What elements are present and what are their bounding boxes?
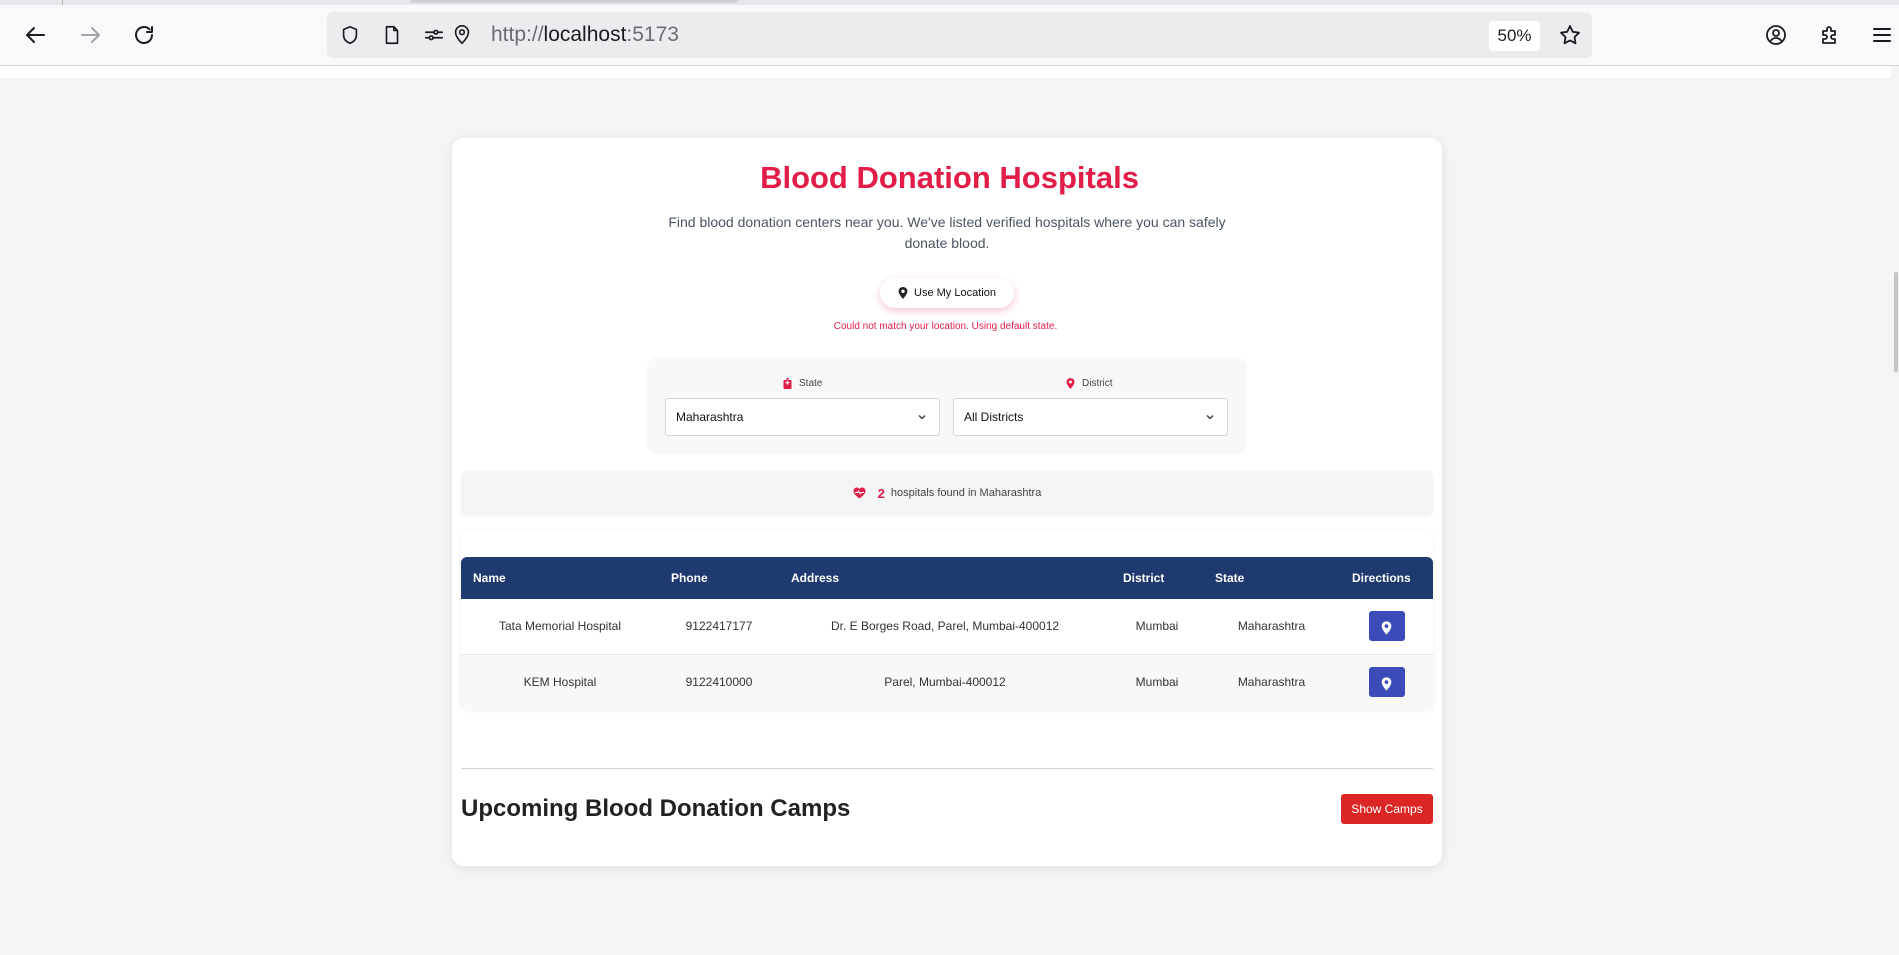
directions-button[interactable] xyxy=(1368,666,1405,697)
extensions-icon xyxy=(1822,26,1836,44)
column-header-state: State xyxy=(1215,571,1245,585)
account-icon xyxy=(1766,25,1786,45)
page-top-strip xyxy=(0,66,1891,78)
hospitals-table: Name Phone Address District State Direct… xyxy=(461,557,1433,709)
column-header-directions: Directions xyxy=(1352,571,1411,585)
forward-button[interactable] xyxy=(73,18,107,52)
page-title: Blood Donation Hospitals xyxy=(760,160,1139,195)
directions-cell xyxy=(1340,654,1433,709)
menu-button[interactable] xyxy=(1865,18,1899,52)
scrollbar-thumb[interactable] xyxy=(1894,272,1898,372)
show-camps-button[interactable]: Show Camps xyxy=(1341,794,1433,824)
url-text[interactable]: http://localhost:5173 xyxy=(491,24,679,46)
directions-cell xyxy=(1340,599,1433,654)
url-port: :5173 xyxy=(626,23,679,46)
camps-section-title: Upcoming Blood Donation Camps xyxy=(461,795,851,822)
state-select[interactable]: Maharashtra xyxy=(665,398,940,436)
hospital-phone: 9122410000 xyxy=(685,674,753,689)
table-row: Tata Memorial Hospital 9122417177 Dr. E … xyxy=(461,599,1433,654)
hospital-state: Maharashtra xyxy=(1237,619,1306,634)
district-filter-label: District xyxy=(1066,378,1113,389)
map-pin-icon xyxy=(1066,378,1075,389)
hospital-building-icon xyxy=(783,378,792,389)
column-header-name: Name xyxy=(473,571,506,585)
zoom-level-button[interactable]: 50% xyxy=(1489,21,1540,51)
extensions-button[interactable] xyxy=(1813,18,1847,52)
tab-divider xyxy=(62,0,63,5)
account-button[interactable] xyxy=(1759,18,1793,52)
map-pin-icon xyxy=(1381,621,1392,635)
results-text: hospitals found in Maharashtra xyxy=(890,487,1042,499)
chevron-down-icon xyxy=(1206,415,1214,420)
active-tab-indicator xyxy=(410,0,738,3)
hospital-name: Tata Memorial Hospital xyxy=(498,619,622,634)
use-my-location-label: Use My Location xyxy=(914,287,996,299)
results-count: 2 xyxy=(877,485,885,501)
column-header-phone: Phone xyxy=(671,571,708,585)
column-header-district: District xyxy=(1123,571,1165,585)
star-icon xyxy=(1560,25,1580,45)
hospital-address: Parel, Mumbai-400012 xyxy=(884,674,1006,689)
table-header-row: Name Phone Address District State Direct… xyxy=(461,557,1433,599)
heart-pulse-icon xyxy=(853,487,866,499)
scrollbar-track[interactable] xyxy=(1891,66,1899,955)
map-pin-icon xyxy=(898,287,908,299)
directions-button[interactable] xyxy=(1368,611,1405,642)
url-scheme: http:// xyxy=(491,23,544,46)
map-pin-icon xyxy=(1381,677,1392,691)
state-filter-label: State xyxy=(783,378,822,389)
state-select-value: Maharashtra xyxy=(676,410,744,424)
permissions-icon[interactable] xyxy=(422,23,446,47)
results-count-bar: 2 hospitals found in Maharashtra xyxy=(461,471,1433,515)
hospital-name: KEM Hospital xyxy=(523,674,597,689)
hospital-district: Mumbai xyxy=(1135,674,1179,689)
page-icon[interactable] xyxy=(380,23,404,47)
hospital-district: Mumbai xyxy=(1135,619,1179,634)
hospital-address: Dr. E Borges Road, Parel, Mumbai-400012 xyxy=(830,619,1060,634)
reload-icon xyxy=(135,26,153,44)
district-label-text: District xyxy=(1082,378,1113,389)
page-subtitle: Find blood donation centers near you. We… xyxy=(668,214,1226,251)
forward-arrow-icon xyxy=(81,27,100,43)
location-icon[interactable] xyxy=(450,23,474,47)
use-my-location-button[interactable]: Use My Location xyxy=(880,278,1014,308)
back-arrow-icon xyxy=(26,27,45,43)
hospital-state: Maharashtra xyxy=(1237,674,1306,689)
tab-strip xyxy=(0,0,1899,5)
bookmark-button[interactable] xyxy=(1553,18,1587,52)
shield-icon[interactable] xyxy=(338,23,362,47)
url-host: localhost xyxy=(543,23,627,46)
district-select[interactable]: All Districts xyxy=(953,398,1228,436)
chevron-down-icon xyxy=(918,415,926,420)
hospital-phone: 9122417177 xyxy=(685,619,753,634)
column-header-address: Address xyxy=(791,571,840,585)
browser-toolbar: http://localhost:5173 50% xyxy=(0,0,1899,66)
location-error-message: Could not match your location. Using def… xyxy=(833,321,1058,332)
section-divider xyxy=(461,768,1433,769)
state-label-text: State xyxy=(799,378,823,389)
table-row: KEM Hospital 9122410000 Parel, Mumbai-40… xyxy=(461,654,1433,709)
district-select-value: All Districts xyxy=(964,410,1024,424)
reload-button[interactable] xyxy=(127,18,161,52)
back-button[interactable] xyxy=(19,18,53,52)
menu-icon xyxy=(1873,28,1891,42)
